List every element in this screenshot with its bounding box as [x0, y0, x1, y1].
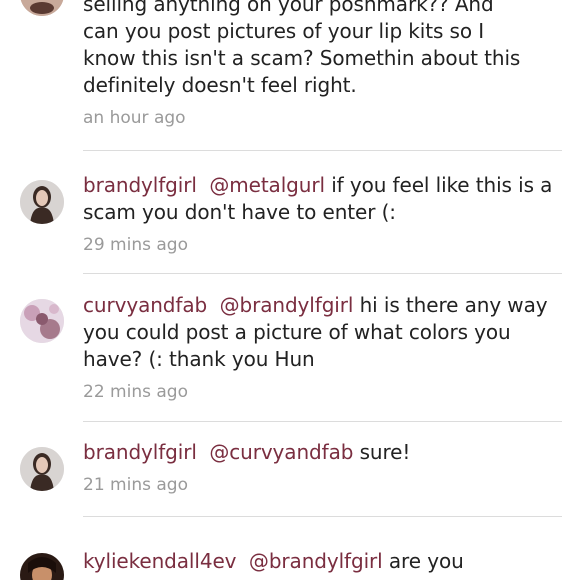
comment-text: brandylfgirl @curvyandfab sure!	[83, 440, 411, 464]
divider	[83, 421, 562, 422]
comments-screen: selling anything on your poshmark?? And …	[0, 0, 580, 580]
comment-text: selling anything on your poshmark?? And …	[83, 0, 521, 97]
comment-mention[interactable]: @brandylfgirl	[249, 549, 383, 573]
comment-text: curvyandfab @brandylfgirl hi is there an…	[83, 293, 548, 371]
comment-text: brandylfgirl @metalgurl if you feel like…	[83, 173, 553, 224]
divider	[83, 516, 562, 517]
divider	[83, 273, 562, 274]
comment-mention[interactable]: @metalgurl	[209, 173, 325, 197]
comment-timestamp: 21 mins ago	[83, 475, 188, 495]
avatar[interactable]	[20, 299, 64, 343]
comment-username[interactable]: brandylfgirl	[83, 440, 197, 464]
comment-timestamp: 22 mins ago	[83, 382, 188, 402]
comment-username[interactable]: kyliekendall4ev	[83, 549, 237, 573]
comment-timestamp: 29 mins ago	[83, 235, 188, 255]
comment-username[interactable]: brandylfgirl	[83, 173, 197, 197]
avatar[interactable]	[20, 447, 64, 491]
avatar[interactable]	[20, 180, 64, 224]
comment-username[interactable]: curvyandfab	[83, 293, 207, 317]
divider	[83, 150, 562, 151]
comment-mention[interactable]: @brandylfgirl	[220, 293, 354, 317]
avatar[interactable]	[20, 553, 64, 580]
avatar[interactable]	[20, 0, 64, 16]
comment-text: kyliekendall4ev @brandylfgirl are you	[83, 549, 464, 573]
comment-mention[interactable]: @curvyandfab	[209, 440, 353, 464]
comment-timestamp: an hour ago	[83, 108, 186, 128]
